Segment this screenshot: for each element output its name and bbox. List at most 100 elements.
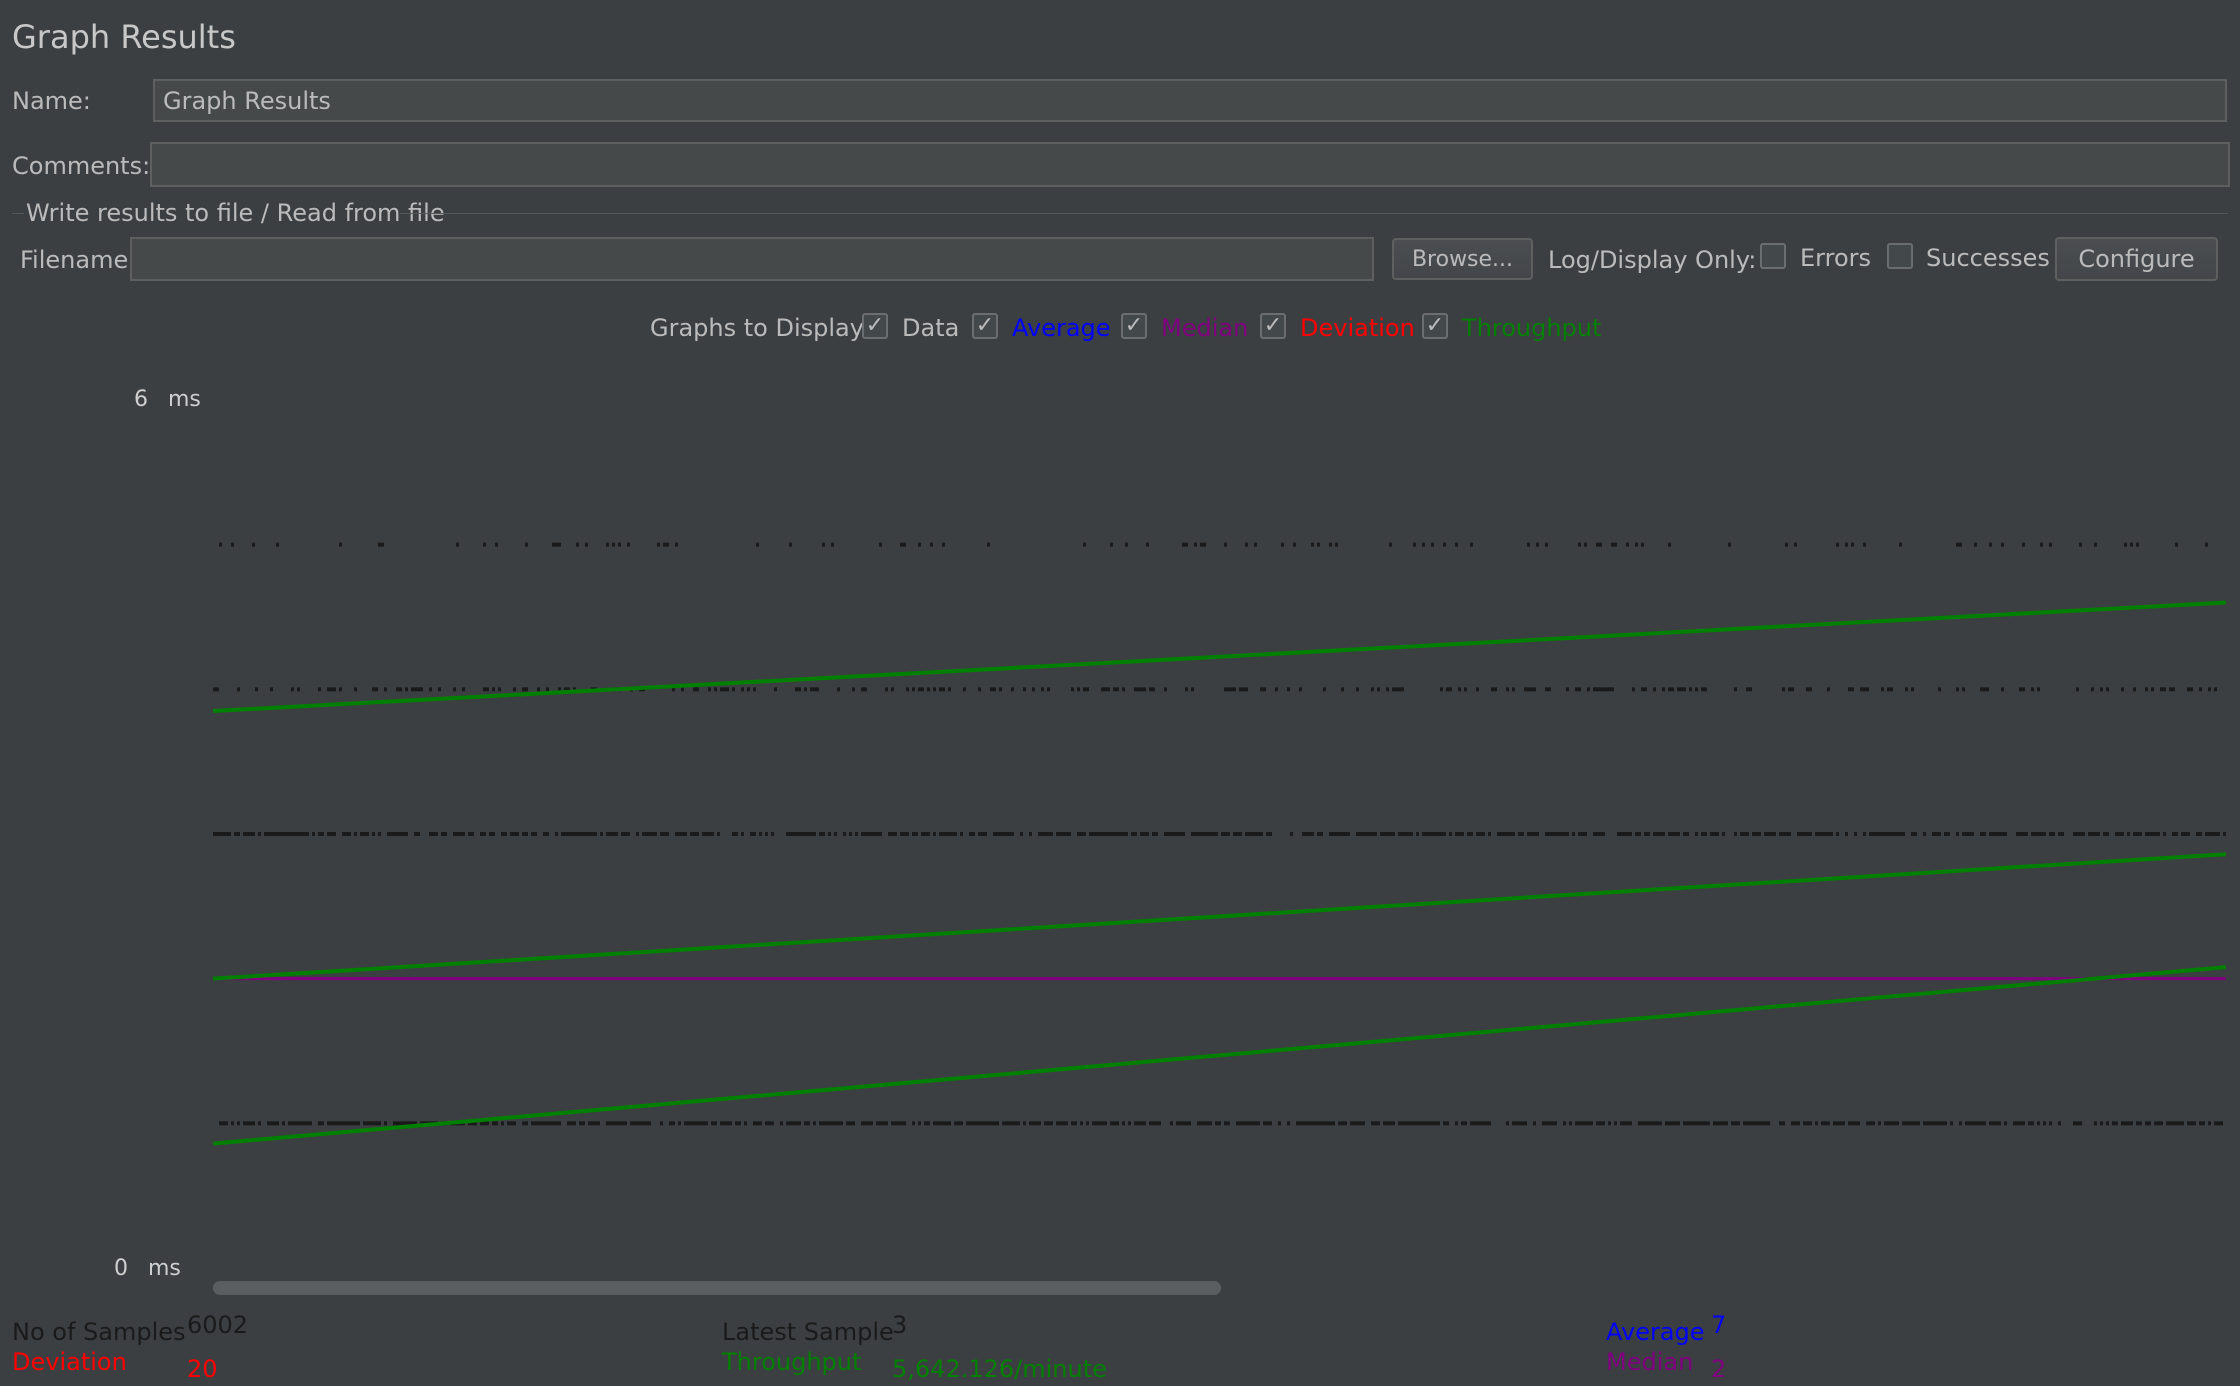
- data-point: [1245, 1121, 1248, 1126]
- data-point: [537, 1121, 540, 1126]
- data-point: [348, 1121, 351, 1126]
- data-point: [642, 1121, 645, 1126]
- data-point: [1239, 1121, 1242, 1126]
- data-point: [525, 1121, 528, 1126]
- data-point: [279, 832, 282, 836]
- data-point: [378, 542, 381, 547]
- data-point: [714, 687, 717, 692]
- successes-checkbox[interactable]: [1887, 243, 1913, 269]
- data-point: [1578, 832, 1581, 836]
- data-point: [819, 1121, 822, 1126]
- data-point: [1752, 1121, 1755, 1126]
- data-point: [1293, 542, 1296, 547]
- data-point: [501, 1121, 504, 1126]
- data-point: [1809, 687, 1812, 692]
- data-point: [1464, 687, 1467, 692]
- median-checkbox[interactable]: ✓: [1121, 313, 1147, 339]
- data-point: [1998, 1121, 2001, 1126]
- data-point: [1143, 832, 1146, 836]
- name-input[interactable]: Graph Results: [153, 79, 2227, 122]
- data-point: [1188, 1121, 1191, 1126]
- data-point: [378, 832, 381, 836]
- data-point: [1713, 832, 1716, 836]
- data-point: [795, 832, 798, 836]
- data-point: [2130, 542, 2133, 547]
- data-point: [1416, 1121, 1419, 1126]
- data-point: [2145, 1121, 2148, 1126]
- data-point: [366, 1121, 369, 1126]
- data-point: [393, 832, 396, 836]
- data-point: [2127, 1121, 2130, 1126]
- data-point: [1221, 832, 1224, 836]
- data-point: [1716, 1121, 1719, 1126]
- configure-button[interactable]: Configure: [2055, 237, 2218, 281]
- throughput-stat-value: 5,642.126/minute: [892, 1355, 1107, 1383]
- data-point: [2214, 1121, 2217, 1126]
- data-point: [1824, 1121, 1827, 1126]
- data-point: [1842, 1121, 1845, 1126]
- data-point: [1917, 1121, 1920, 1126]
- data-point: [522, 687, 525, 692]
- horizontal-scrollbar[interactable]: [213, 1281, 1221, 1295]
- deviation-checkbox[interactable]: ✓: [1260, 313, 1286, 339]
- data-point: [618, 542, 621, 547]
- data-point: [1596, 1121, 1599, 1126]
- data-point: [1548, 832, 1551, 836]
- data-point: [1125, 542, 1128, 547]
- data-point: [273, 1121, 276, 1126]
- average-checkbox[interactable]: ✓: [972, 313, 998, 339]
- data-point: [1431, 1121, 1434, 1126]
- data-point: [1854, 832, 1857, 836]
- data-point: [942, 687, 945, 692]
- data-point: [1992, 832, 1995, 836]
- data-point: [1122, 832, 1125, 836]
- data-point: [1182, 542, 1185, 547]
- data-point: [1578, 542, 1581, 547]
- data-point: [483, 1121, 486, 1126]
- data-point: [1701, 832, 1704, 836]
- filename-input[interactable]: [130, 237, 1374, 281]
- data-point: [1110, 832, 1113, 836]
- data-point: [1455, 1121, 1458, 1126]
- data-point: [1398, 1121, 1401, 1126]
- data-point: [789, 832, 792, 836]
- data-point: [990, 1121, 993, 1126]
- browse-button[interactable]: Browse...: [1392, 238, 1533, 280]
- data-point: [498, 687, 501, 692]
- data-point: [390, 832, 393, 836]
- data-point: [327, 832, 330, 836]
- data-point: [402, 1121, 405, 1126]
- data-point: [1584, 832, 1587, 836]
- data-point: [1977, 1121, 1980, 1126]
- data-point: [765, 1121, 768, 1126]
- comments-input[interactable]: [150, 142, 2230, 187]
- samples-label: No of Samples: [12, 1318, 186, 1346]
- data-checkbox[interactable]: ✓: [862, 313, 888, 339]
- data-point: [1587, 1121, 1590, 1126]
- data-point: [1119, 832, 1122, 836]
- data-point: [1038, 1121, 1041, 1126]
- data-point: [318, 687, 321, 692]
- data-point: [1290, 832, 1293, 836]
- data-point: [1839, 1121, 1842, 1126]
- data-point: [1944, 832, 1947, 836]
- median-label: Median: [1161, 314, 1249, 342]
- data-point: [1677, 1121, 1680, 1126]
- data-point: [567, 1121, 570, 1126]
- data-point: [1872, 832, 1875, 836]
- data-point: [2175, 542, 2178, 547]
- data-point: [1386, 687, 1389, 692]
- data-point: [1923, 832, 1926, 836]
- data-point: [867, 832, 870, 836]
- throughput-checkbox[interactable]: ✓: [1422, 313, 1448, 339]
- data-point: [696, 687, 699, 692]
- errors-checkbox[interactable]: [1760, 243, 1786, 269]
- data-point: [1779, 832, 1782, 836]
- data-point: [291, 687, 294, 692]
- data-point: [996, 1121, 999, 1126]
- data-point: [1863, 832, 1866, 836]
- data-point: [1851, 542, 1854, 547]
- data-point: [1047, 832, 1050, 836]
- data-point: [864, 832, 867, 836]
- data-point: [2043, 1121, 2046, 1126]
